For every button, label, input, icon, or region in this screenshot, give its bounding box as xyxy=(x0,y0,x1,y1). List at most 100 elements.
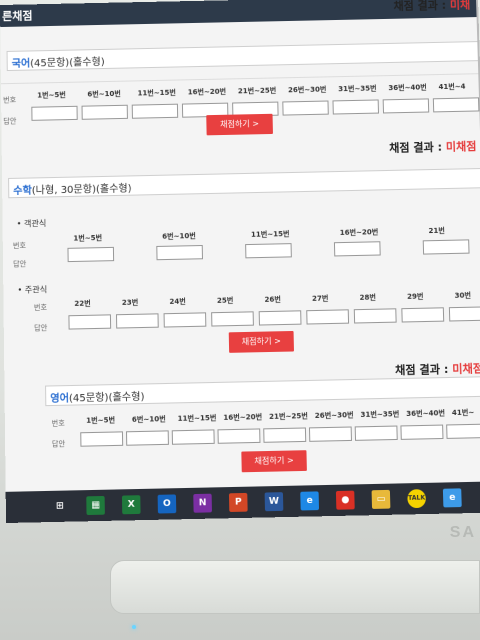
korean-answer-input[interactable] xyxy=(432,97,480,113)
internet-explorer-icon[interactable]: e xyxy=(300,491,320,511)
korean-section: 국어(45문항)(홀수형) 번호 답안 1번~5번 6번~10번 11번~15번 16… xyxy=(0,35,480,136)
english-answer-input[interactable] xyxy=(263,427,307,443)
korean-answer-input[interactable] xyxy=(131,103,179,119)
math-subj-range-label: 25번 xyxy=(216,296,234,305)
math-result-label: 채점 결과 : xyxy=(389,140,443,155)
english-result-status: 미채점 xyxy=(452,361,480,376)
korean-answer-input[interactable] xyxy=(282,100,329,116)
english-range-label: 16번~20번 xyxy=(223,412,263,422)
korean-range-label: 31번~35번 xyxy=(338,84,377,94)
math-obj-answer-input[interactable] xyxy=(245,243,292,259)
math-subj-answer-input[interactable] xyxy=(353,308,397,324)
korean-header: 국어(45문항)(홀수형) xyxy=(6,40,480,72)
excel-icon[interactable]: X xyxy=(121,495,141,515)
english-range-label: 41번~ xyxy=(451,408,475,418)
math-obj-range-label: 1번~5번 xyxy=(73,233,103,243)
math-subj-answer-input[interactable] xyxy=(68,314,112,330)
powerpoint-icon[interactable]: P xyxy=(228,492,248,512)
english-answer-input[interactable] xyxy=(125,430,169,446)
chrome-icon[interactable]: ● xyxy=(335,490,355,510)
english-range-label: 6번~10번 xyxy=(131,414,166,424)
math-obj-range-label: 16번~20번 xyxy=(339,228,379,237)
math-answer-label: 답안 xyxy=(13,259,27,269)
english-answer-input[interactable] xyxy=(308,426,352,442)
korean-number-label: 번호 xyxy=(3,95,17,105)
english-answer-input[interactable] xyxy=(354,425,398,441)
math-subj-answer-input[interactable] xyxy=(258,310,302,326)
math-subj-answer-input[interactable] xyxy=(115,313,159,329)
english-number-label: 번호 xyxy=(51,419,65,428)
korean-range-label: 11번~15번 xyxy=(137,88,176,98)
english-range-label: 26번~30번 xyxy=(314,410,354,421)
math-subject: 수학 xyxy=(13,185,32,198)
korean-range-label: 21번~25번 xyxy=(237,86,277,96)
english-range-label: 21번~25번 xyxy=(268,411,309,422)
math-obj-answer-input[interactable] xyxy=(67,246,115,263)
english-answer-input[interactable] xyxy=(171,429,215,445)
korean-answer-input[interactable] xyxy=(81,104,128,120)
korean-info: (45문항)(홀수형) xyxy=(30,56,105,70)
english-result-label: 채점 결과 : xyxy=(394,362,449,378)
english-answer-input[interactable] xyxy=(400,424,444,440)
excel-green-icon[interactable]: ▦ xyxy=(86,495,105,516)
math-obj-answer-input[interactable] xyxy=(422,239,470,255)
english-range-label: 36번~40번 xyxy=(406,409,446,419)
kakaotalk-icon[interactable]: TALK xyxy=(407,489,427,509)
math-result-status: 미채점 xyxy=(445,139,477,154)
math-info: (나형, 30문항)(홀수형) xyxy=(31,183,132,197)
korean-range-label: 26번~30번 xyxy=(287,85,327,95)
top-result: 채점 결과 : 미채 xyxy=(393,0,470,14)
korean-range-label: 1번~5번 xyxy=(37,90,66,100)
math-obj-range-label: 21번 xyxy=(428,226,445,236)
english-answer-label: 답안 xyxy=(51,439,66,449)
internet-explorer-window-icon[interactable]: e xyxy=(442,488,462,508)
math-obj-answer-input[interactable] xyxy=(156,244,204,261)
math-subj-range-label: 30번 xyxy=(454,291,472,300)
english-answer-input[interactable] xyxy=(446,423,480,439)
math-subj-range-label: 24번 xyxy=(169,297,186,306)
objective-label: • 객관식 xyxy=(16,218,47,229)
math-subj-answer-label: 답안 xyxy=(34,323,48,333)
english-answer-input[interactable] xyxy=(217,428,261,444)
korean-answer-input[interactable] xyxy=(31,105,78,121)
english-range-label: 31번~35번 xyxy=(360,409,400,420)
math-subj-range-label: 28번 xyxy=(359,293,377,302)
math-obj-answer-input[interactable] xyxy=(333,241,381,257)
math-subj-answer-input[interactable] xyxy=(163,312,207,328)
math-subj-range-label: 22번 xyxy=(74,299,91,308)
power-led xyxy=(132,625,136,629)
laptop-hinge xyxy=(110,560,480,614)
korean-range-label: 36번~40번 xyxy=(388,83,427,93)
file-explorer-icon[interactable]: ▭ xyxy=(371,489,391,509)
page-header: 른채점 채점 결과 : 미채 xyxy=(0,0,479,28)
math-grade-button[interactable]: 채점하기 > xyxy=(228,330,295,353)
math-number-label: 번호 xyxy=(12,241,26,251)
english-answer-input[interactable] xyxy=(80,431,124,447)
laptop-brand: SA xyxy=(449,524,476,541)
screen: 른채점 채점 결과 : 미채 국어(45문항)(홀수형) 번호 답안 1번~5번… xyxy=(0,0,480,524)
math-subj-range-label: 29번 xyxy=(406,292,424,301)
math-obj-range-label: 6번~10번 xyxy=(162,231,196,241)
windows-start-icon[interactable]: ⊞ xyxy=(50,496,70,516)
english-range-label: 1번~5번 xyxy=(86,416,116,425)
math-subj-answer-input[interactable] xyxy=(401,307,445,323)
math-subj-range-label: 27번 xyxy=(311,294,329,303)
math-subj-answer-input[interactable] xyxy=(448,306,480,322)
korean-answer-label: 답안 xyxy=(3,117,17,126)
korean-range-label: 6번~10번 xyxy=(87,89,121,99)
korean-answer-input[interactable] xyxy=(382,98,430,114)
word-icon[interactable]: W xyxy=(264,492,284,512)
korean-answer-input[interactable] xyxy=(332,99,380,115)
outlook-icon[interactable]: O xyxy=(157,494,177,514)
korean-range-label: 16번~20번 xyxy=(187,87,227,97)
onenote-icon[interactable]: N xyxy=(193,493,212,513)
math-subj-answer-input[interactable] xyxy=(306,309,350,325)
korean-grade-button[interactable]: 채점하기 > xyxy=(206,113,273,136)
english-grade-button[interactable]: 채점하기 > xyxy=(241,450,307,473)
math-header: 수학(나형, 30문항)(홀수형) xyxy=(8,167,480,199)
subjective-label: • 주관식 xyxy=(17,285,48,295)
math-result: 채점 결과 : 미채점 xyxy=(389,138,477,156)
math-subj-answer-input[interactable] xyxy=(211,311,254,327)
korean-subject: 국어 xyxy=(11,58,31,70)
top-result-status: 미채 xyxy=(449,0,471,12)
